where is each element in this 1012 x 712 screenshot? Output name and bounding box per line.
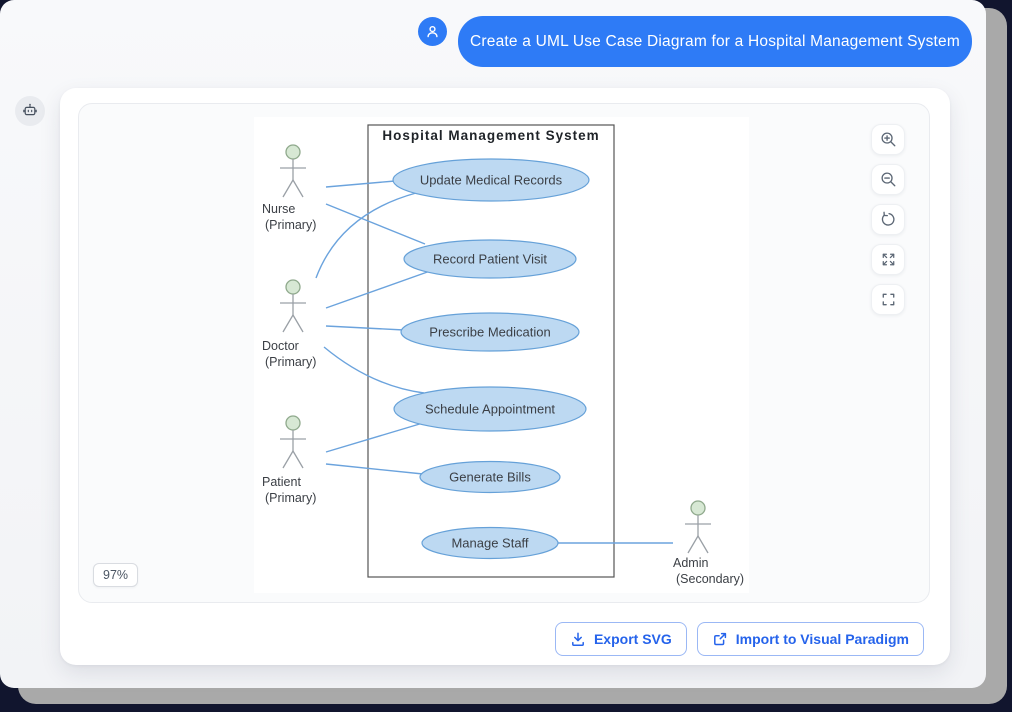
user-avatar xyxy=(418,17,447,46)
diagram-card: Hospital Management System xyxy=(60,88,950,665)
uml-use-case-diagram: Hospital Management System xyxy=(254,117,749,593)
user-message-bubble: Create a UML Use Case Diagram for a Hosp… xyxy=(458,16,972,67)
use-case-label: Update Medical Records xyxy=(420,173,563,188)
actor-name: Patient xyxy=(262,475,301,489)
expand-button[interactable] xyxy=(871,244,905,275)
use-case-label: Generate Bills xyxy=(449,470,531,485)
actor-doctor-figure xyxy=(280,280,306,332)
actor-admin-figure xyxy=(685,501,711,553)
actor-name: Doctor xyxy=(262,339,299,353)
actor-role: (Primary) xyxy=(265,218,316,232)
export-svg-label: Export SVG xyxy=(594,631,672,647)
zoom-out-button[interactable] xyxy=(871,164,905,195)
person-icon xyxy=(424,23,441,40)
app-window: Create a UML Use Case Diagram for a Hosp… xyxy=(0,0,986,688)
reset-rotate-icon xyxy=(879,210,898,229)
zoom-out-icon xyxy=(879,170,898,189)
viewer-toolbar xyxy=(871,124,905,315)
use-case-label: Prescribe Medication xyxy=(429,325,550,340)
footer-actions: Export SVG Import to Visual Paradigm xyxy=(555,622,924,656)
diagram-viewer-panel: Hospital Management System xyxy=(78,103,930,603)
robot-icon xyxy=(21,102,39,120)
export-svg-button[interactable]: Export SVG xyxy=(555,622,687,656)
fullscreen-icon xyxy=(879,290,898,309)
screenshot-stage: Create a UML Use Case Diagram for a Hosp… xyxy=(0,0,1012,712)
actor-role: (Secondary) xyxy=(676,572,744,586)
actor-name: Admin xyxy=(673,556,708,570)
use-case-label: Schedule Appointment xyxy=(425,402,555,417)
download-icon xyxy=(570,631,586,647)
reset-view-button[interactable] xyxy=(871,204,905,235)
zoom-level-text: 97% xyxy=(103,568,128,582)
zoom-level-badge: 97% xyxy=(93,563,138,587)
external-link-icon xyxy=(712,631,728,647)
zoom-in-icon xyxy=(879,130,898,149)
use-case-label: Record Patient Visit xyxy=(433,252,547,267)
user-message-text: Create a UML Use Case Diagram for a Hosp… xyxy=(470,33,960,51)
import-visual-paradigm-button[interactable]: Import to Visual Paradigm xyxy=(697,622,924,656)
bot-avatar xyxy=(15,96,45,126)
actor-role: (Primary) xyxy=(265,491,316,505)
expand-arrows-icon xyxy=(879,250,898,269)
actor-nurse-figure xyxy=(280,145,306,197)
zoom-in-button[interactable] xyxy=(871,124,905,155)
actor-role: (Primary) xyxy=(265,355,316,369)
import-visual-paradigm-label: Import to Visual Paradigm xyxy=(736,631,909,647)
use-case-label: Manage Staff xyxy=(451,536,528,551)
diagram-canvas[interactable]: Hospital Management System xyxy=(254,117,749,593)
actor-patient-figure xyxy=(280,416,306,468)
actor-name: Nurse xyxy=(262,202,295,216)
fullscreen-button[interactable] xyxy=(871,284,905,315)
system-boundary-title: Hospital Management System xyxy=(382,128,599,143)
